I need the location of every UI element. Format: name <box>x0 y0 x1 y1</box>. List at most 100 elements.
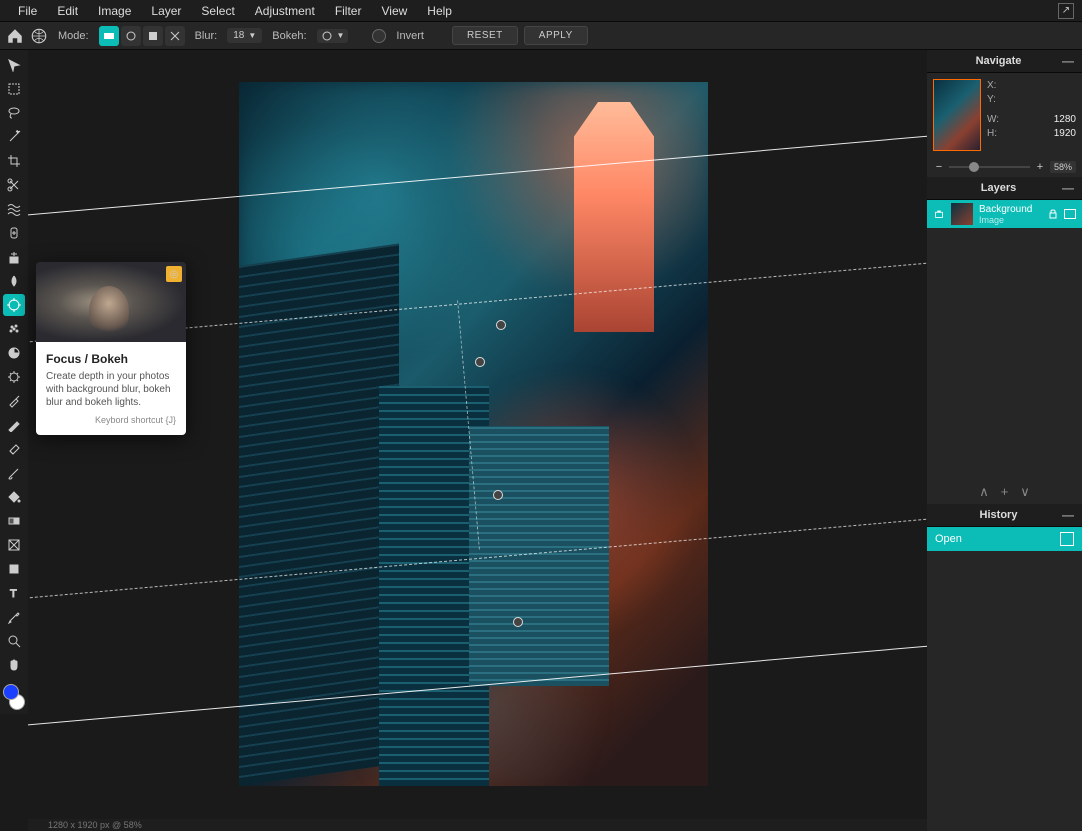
zoom-slider-row: − + 58% <box>927 157 1082 177</box>
layer-down-button[interactable]: ∨ <box>1020 484 1030 500</box>
mode-label: Mode: <box>58 30 89 42</box>
layer-row[interactable]: Background Image <box>927 200 1082 228</box>
invert-label: Invert <box>396 30 424 42</box>
tooltip-title: Focus / Bokeh <box>46 352 176 366</box>
reset-button[interactable]: RESET <box>452 26 518 45</box>
blur-label: Blur: <box>195 30 218 42</box>
navigate-header[interactable]: Navigate — <box>927 50 1082 73</box>
tooltip-badge-icon: ◎ <box>166 266 182 282</box>
tooltip-description: Create depth in your photos with backgro… <box>46 370 176 409</box>
clone-tool[interactable] <box>3 246 25 268</box>
layers-header[interactable]: Layers — <box>927 177 1082 200</box>
shape-tool[interactable] <box>3 558 25 580</box>
layer-up-button[interactable]: ∧ <box>979 484 989 500</box>
collapse-icon[interactable]: — <box>1062 181 1074 195</box>
pen-tool[interactable] <box>3 390 25 412</box>
bokeh-label: Bokeh: <box>272 30 306 42</box>
invert-checkbox[interactable] <box>372 29 386 43</box>
liquify-tool[interactable] <box>3 198 25 220</box>
hand-tool[interactable] <box>3 654 25 676</box>
history-header[interactable]: History — <box>927 504 1082 527</box>
history-panel: Open <box>927 527 1082 551</box>
menu-layer[interactable]: Layer <box>141 0 191 22</box>
tool-bar: T <box>0 50 28 714</box>
menu-file[interactable]: File <box>8 0 47 22</box>
history-item[interactable]: Open <box>927 527 1082 551</box>
layers-footer: ∧ + ∨ <box>927 480 1082 504</box>
right-panels: Navigate — X: Y: W:1280 H:1920 − + 58% L… <box>927 50 1082 831</box>
lock-icon[interactable] <box>1048 209 1058 219</box>
focus-handle-bottom[interactable] <box>513 617 523 627</box>
mode-linear-button[interactable] <box>99 26 119 46</box>
foreground-color[interactable] <box>3 684 19 700</box>
collapse-icon[interactable]: — <box>1062 508 1074 522</box>
zoom-slider[interactable] <box>949 166 1030 168</box>
blur-tool[interactable] <box>3 270 25 292</box>
canvas-image[interactable] <box>239 82 708 786</box>
fill-tool[interactable] <box>3 486 25 508</box>
draw-tool[interactable] <box>3 414 25 436</box>
nav-y-label: Y: <box>987 93 996 107</box>
picker-tool[interactable] <box>3 606 25 628</box>
navigate-title: Navigate <box>935 55 1062 67</box>
focus-handle-center-up[interactable] <box>475 357 485 367</box>
nav-h-value: 1920 <box>1054 127 1076 141</box>
layer-thumbnail <box>951 203 973 225</box>
focus-handle-center-down[interactable] <box>493 490 503 500</box>
text-tool[interactable]: T <box>3 582 25 604</box>
mode-fill-button[interactable] <box>143 26 163 46</box>
bokeh-shape-dropdown[interactable]: ▼ <box>317 29 349 43</box>
blur-value-dropdown[interactable]: 18 ▼ <box>227 28 262 43</box>
home-icon[interactable] <box>6 27 24 45</box>
layer-visibility-icon[interactable] <box>933 208 945 220</box>
tool-tooltip: ◎ Focus / Bokeh Create depth in your pho… <box>36 262 186 435</box>
zoom-out-button[interactable]: − <box>933 161 945 173</box>
lasso-tool[interactable] <box>3 102 25 124</box>
menu-select[interactable]: Select <box>191 0 244 22</box>
layers-title: Layers <box>935 182 1062 194</box>
menu-view[interactable]: View <box>371 0 417 22</box>
marquee-tool[interactable] <box>3 78 25 100</box>
globe-icon[interactable] <box>30 27 48 45</box>
menu-edit[interactable]: Edit <box>47 0 88 22</box>
cutout-tool[interactable] <box>3 174 25 196</box>
eraser-tool[interactable] <box>3 438 25 460</box>
wand-tool[interactable] <box>3 126 25 148</box>
apply-button[interactable]: APPLY <box>524 26 588 45</box>
color-swatches[interactable] <box>3 684 25 710</box>
eye-icon[interactable] <box>1064 209 1076 219</box>
nav-w-value: 1280 <box>1054 113 1076 127</box>
history-item-icon <box>1060 532 1074 546</box>
expand-icon[interactable]: ↗ <box>1058 3 1074 19</box>
sponge-tool[interactable] <box>3 342 25 364</box>
menu-adjustment[interactable]: Adjustment <box>245 0 325 22</box>
navigate-thumbnail[interactable] <box>933 79 981 151</box>
zoom-slider-thumb[interactable] <box>969 162 979 172</box>
move-tool[interactable] <box>3 54 25 76</box>
zoom-tool[interactable] <box>3 630 25 652</box>
tooltip-thumb: ◎ <box>36 262 186 342</box>
dodge-burn-tool[interactable] <box>3 366 25 388</box>
status-bar: 1280 x 1920 px @ 58% <box>28 819 927 831</box>
heal-tool[interactable] <box>3 222 25 244</box>
layer-add-button[interactable]: + <box>1001 484 1009 500</box>
crop-tool[interactable] <box>3 150 25 172</box>
mode-group <box>99 26 185 46</box>
menu-filter[interactable]: Filter <box>325 0 372 22</box>
mode-cross-button[interactable] <box>165 26 185 46</box>
zoom-value[interactable]: 58% <box>1050 161 1076 173</box>
status-text: 1280 x 1920 px @ 58% <box>48 820 142 830</box>
focus-handle-top[interactable] <box>496 320 506 330</box>
menu-image[interactable]: Image <box>88 0 141 22</box>
brush-tool[interactable] <box>3 462 25 484</box>
zoom-in-button[interactable]: + <box>1034 161 1046 173</box>
svg-text:T: T <box>10 588 17 600</box>
collapse-icon[interactable]: — <box>1062 54 1074 68</box>
replace-color-tool[interactable] <box>3 534 25 556</box>
caret-down-icon: ▼ <box>337 31 345 40</box>
mode-radial-button[interactable] <box>121 26 141 46</box>
focus-bokeh-tool[interactable] <box>3 294 25 316</box>
gradient-tool[interactable] <box>3 510 25 532</box>
menu-help[interactable]: Help <box>417 0 462 22</box>
disperse-tool[interactable] <box>3 318 25 340</box>
